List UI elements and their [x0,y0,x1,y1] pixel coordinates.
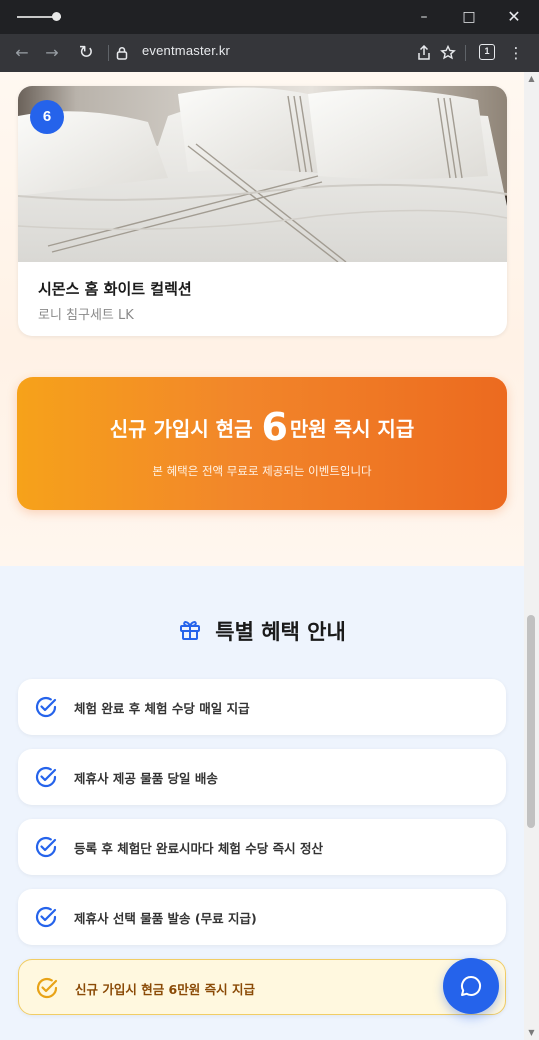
promo-title-before: 신규 가입시 현금 [109,417,253,441]
benefit-label: 제휴사 선택 물품 발송 (무료 지급) [74,911,257,926]
scrollbar-track[interactable] [524,72,539,1040]
lock-icon[interactable] [113,41,131,65]
benefit-label: 신규 가입시 현금 6만원 즉시 지급 [75,982,255,997]
benefit-label: 등록 후 체험단 완료시마다 체험 수당 즉시 정산 [74,841,323,856]
minimize-button[interactable]: – [413,6,435,28]
promo-subtitle: 본 혜택은 전액 무료로 제공되는 이벤트입니다 [152,464,372,478]
tabs-icon[interactable]: 1 [479,44,495,60]
check-circle-icon [35,976,59,1004]
benefit-item: 제휴사 제공 물품 당일 배송 [18,749,506,805]
benefit-item: 체험 완료 후 체험 수당 매일 지급 [18,679,506,735]
menu-icon[interactable]: ⋮ [504,41,528,65]
scrollbar-thumb[interactable] [527,615,535,828]
product-subtitle: 로니 침구세트 LK [38,308,134,323]
check-circle-icon [34,765,58,793]
forward-icon[interactable]: → [40,41,64,65]
check-circle-icon [34,905,58,933]
benefit-item-highlight: 신규 가입시 현금 6만원 즉시 지급 [18,959,506,1015]
page-viewport: 6 시몬스 홈 화이트 컬렉션 로니 침구세트 LK 신규 가입시 현금 6 만원… [0,72,539,1040]
toolbar-divider [108,45,109,61]
scroll-down-arrow[interactable]: ▼ [524,1026,539,1040]
address-bar[interactable]: eventmaster.kr [142,43,230,58]
scroll-up-arrow[interactable]: ▲ [524,72,539,86]
gift-icon [178,617,202,645]
product-card[interactable]: 6 시몬스 홈 화이트 컬렉션 로니 침구세트 LK [18,86,507,336]
benefit-item: 제휴사 선택 물품 발송 (무료 지급) [18,889,506,945]
promo-title-after: 만원 즉시 지급 [289,417,415,441]
promo-title: 신규 가입시 현금 6 만원 즉시 지급 [17,405,507,449]
back-icon[interactable]: ← [10,41,34,65]
check-circle-icon [34,835,58,863]
product-title: 시몬스 홈 화이트 컬렉션 [38,280,192,298]
browser-toolbar: ← → ↻ eventmaster.kr 1 ⋮ [0,34,539,72]
benefit-label: 제휴사 제공 물품 당일 배송 [74,771,218,786]
benefit-label: 체험 완료 후 체험 수당 매일 지급 [74,701,250,716]
reload-icon[interactable]: ↻ [74,41,98,65]
benefit-item: 등록 후 체험단 완료시마다 체험 수당 즉시 정산 [18,819,506,875]
benefits-heading: 특별 혜택 안내 [0,616,524,646]
signup-promo-banner[interactable]: 신규 가입시 현금 6 만원 즉시 지급 본 혜택은 전액 무료로 제공되는 이벤… [17,377,507,510]
title-bar: – □ ✕ [0,0,539,34]
maximize-button[interactable]: □ [458,6,480,28]
product-image [18,86,507,262]
check-circle-icon [34,695,58,723]
chat-button[interactable] [443,958,499,1014]
toolbar-divider-2 [465,45,466,61]
chat-bubble-icon [461,975,482,996]
promo-title-amount: 6 [261,405,288,449]
rank-badge: 6 [30,100,64,134]
close-button[interactable]: ✕ [503,6,525,28]
bookmark-icon[interactable] [436,41,460,65]
share-icon[interactable] [412,41,436,65]
zoom-slider-knob[interactable] [52,12,61,21]
benefits-title: 특별 혜택 안내 [215,620,346,644]
